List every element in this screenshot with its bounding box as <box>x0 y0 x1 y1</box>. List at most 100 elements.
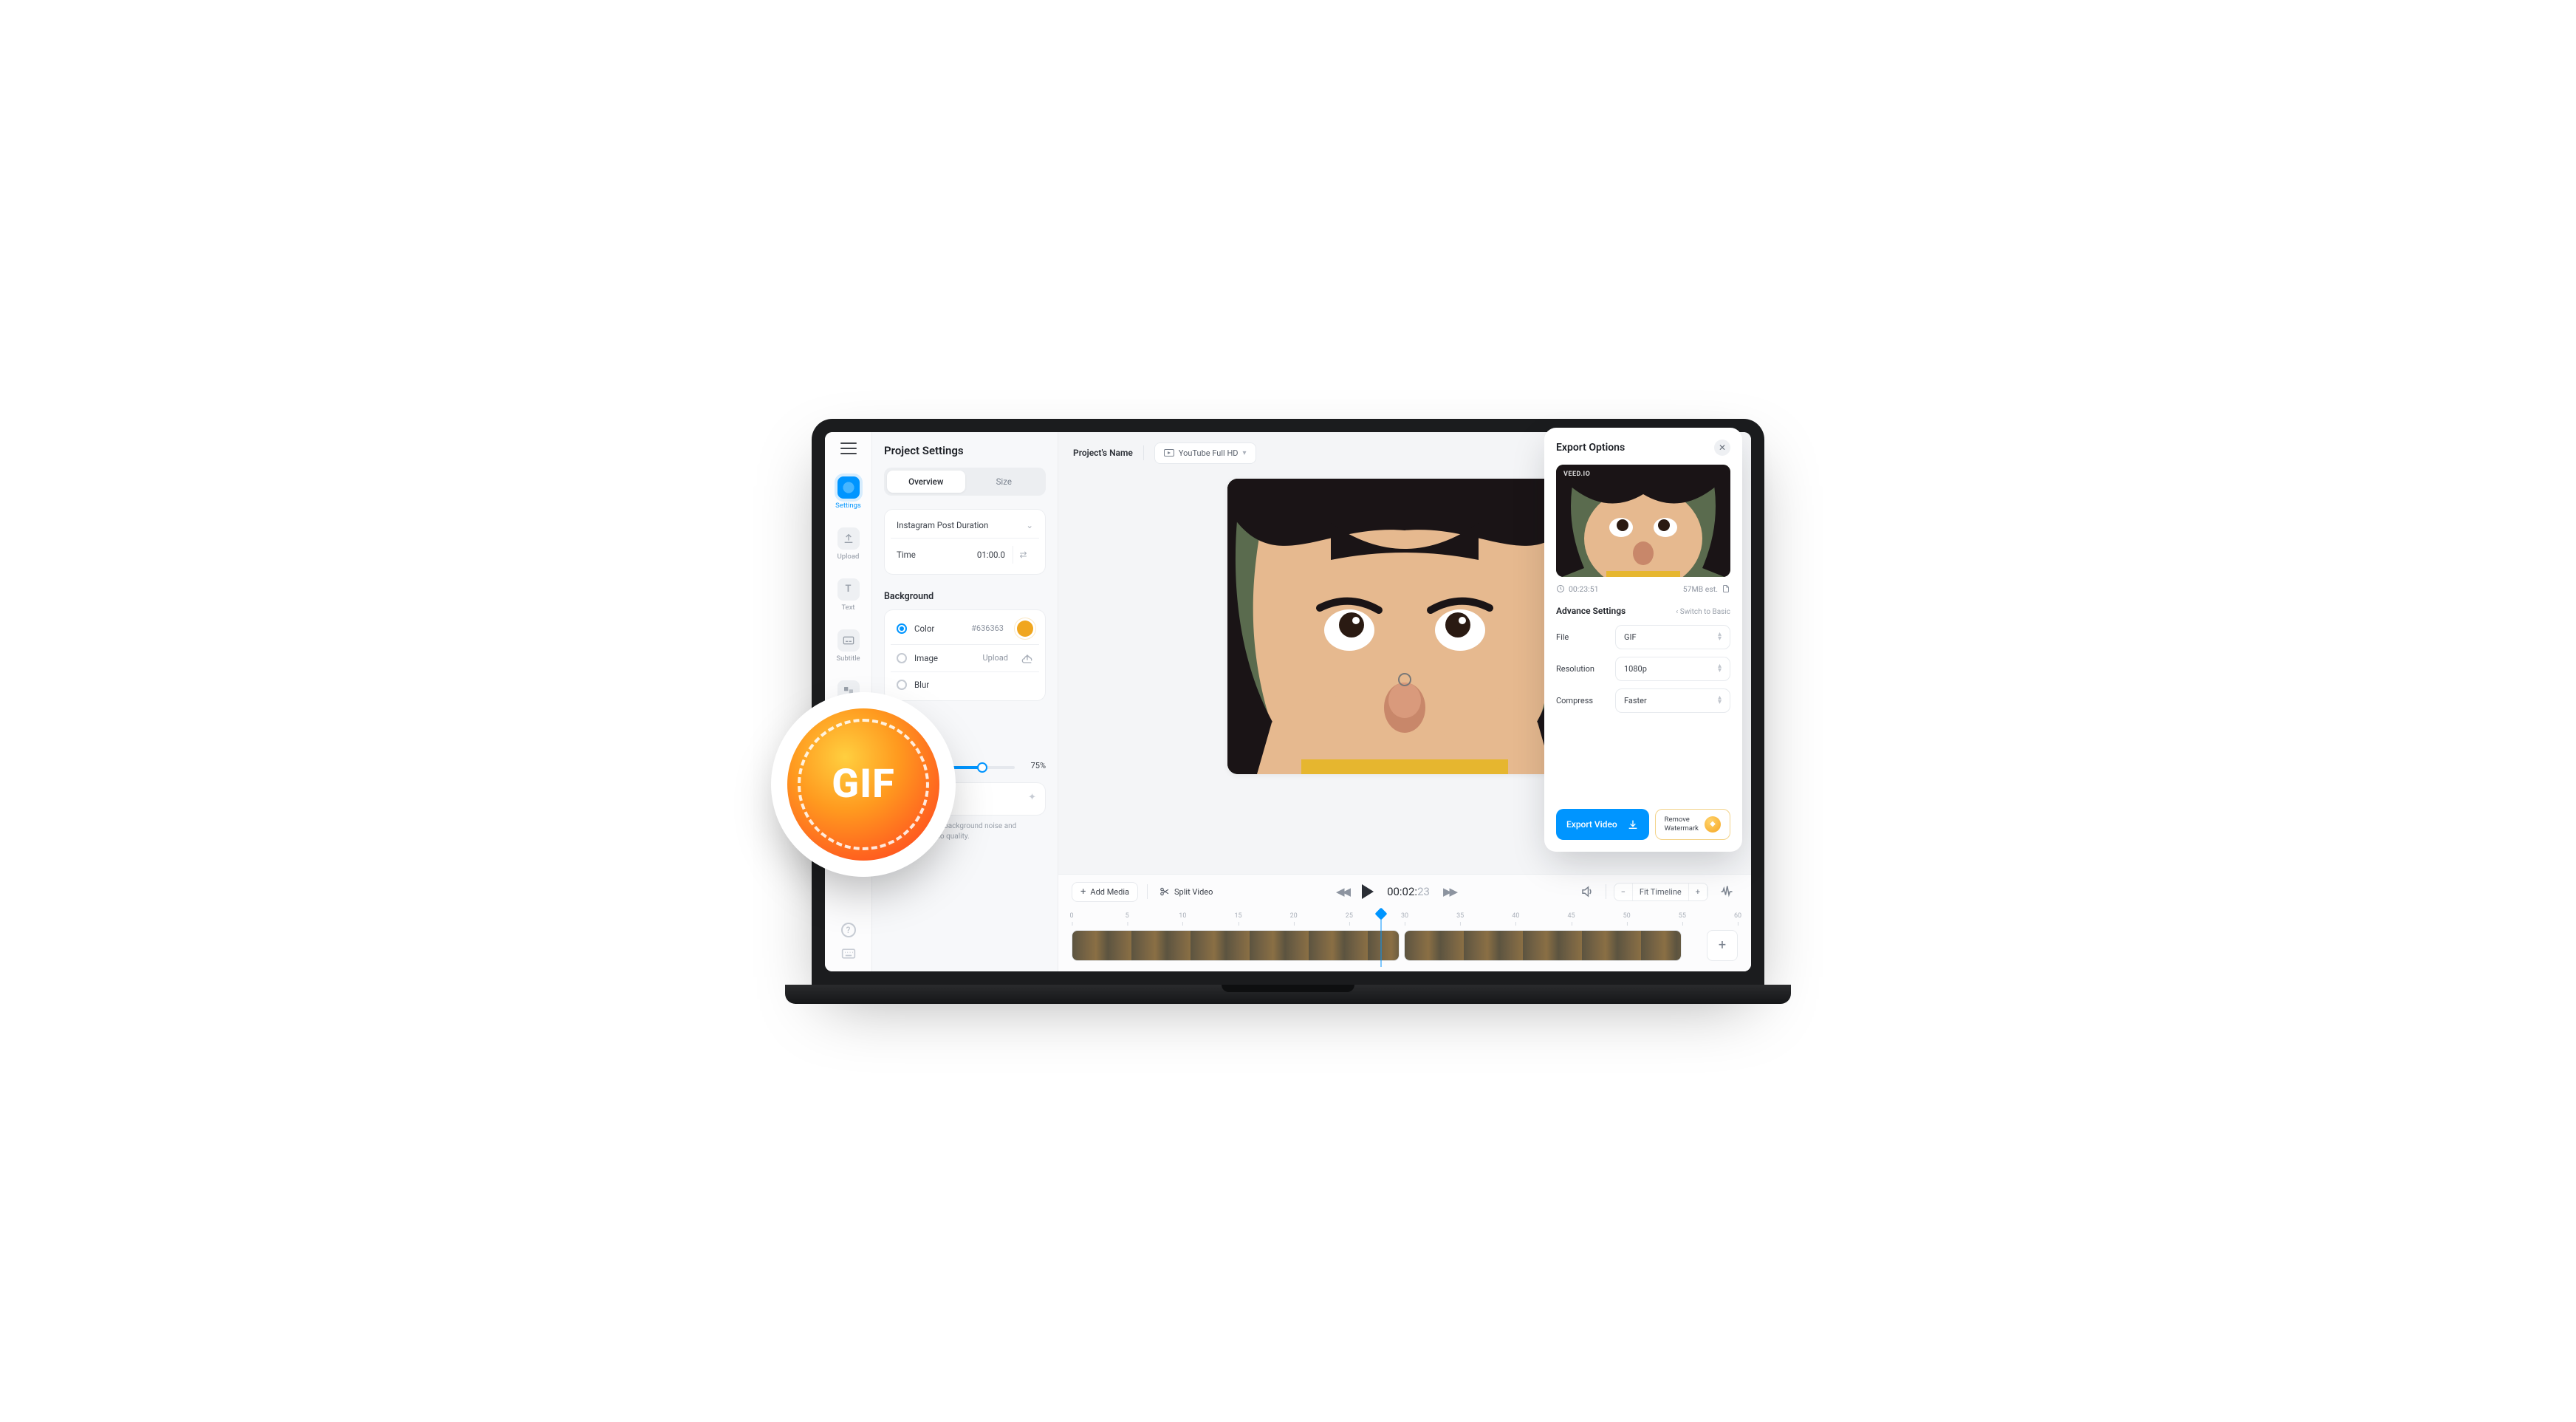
remove-watermark-button[interactable]: Remove Watermark ◆ <box>1655 809 1730 840</box>
ruler-tick: 60 <box>1734 912 1741 920</box>
zoom-out-button[interactable]: − <box>1614 883 1633 900</box>
sparkle-icon: ✦ <box>1028 792 1036 803</box>
rail-label: Upload <box>837 553 860 561</box>
export-video-button[interactable]: Export Video <box>1556 809 1649 840</box>
ruler-tick: 25 <box>1346 912 1353 920</box>
swap-icon[interactable]: ⇄ <box>1013 546 1033 564</box>
ruler-tick: 15 <box>1234 912 1241 920</box>
waveform-icon[interactable] <box>1716 883 1738 900</box>
rail-upload[interactable]: Upload <box>825 523 871 568</box>
premium-icon: ◆ <box>1705 816 1721 833</box>
time-label: Time <box>897 550 916 560</box>
bg-image-option[interactable]: Image Upload <box>888 645 1042 671</box>
add-clip-button[interactable]: + <box>1707 930 1738 961</box>
ruler-tick: 5 <box>1126 912 1129 920</box>
export-title: Export Options <box>1556 442 1625 454</box>
bg-color-hex: #636363 <box>971 623 1004 633</box>
compress-label: Compress <box>1556 696 1608 705</box>
upload-icon <box>1021 652 1033 664</box>
timeline-ruler[interactable]: 051015202530354045505560 <box>1058 909 1751 927</box>
settings-icon <box>837 476 860 499</box>
duration-select[interactable]: Instagram Post Duration ⌄ <box>888 513 1042 538</box>
timeline-clip[interactable] <box>1404 930 1682 961</box>
fit-timeline: − Fit Timeline + <box>1614 883 1708 901</box>
ruler-tick: 35 <box>1456 912 1464 920</box>
bg-blur-label: Blur <box>914 680 929 690</box>
zoom-in-button[interactable]: + <box>1688 883 1707 900</box>
menu-icon[interactable] <box>840 442 857 454</box>
watermark-text: VEED.IO <box>1563 471 1590 478</box>
ruler-tick: 50 <box>1623 912 1631 920</box>
chevron-down-icon: ▾ <box>1243 449 1247 457</box>
playhead-line <box>1381 917 1382 967</box>
rail-label: Subtitle <box>836 654 860 663</box>
ruler-tick: 45 <box>1567 912 1575 920</box>
youtube-icon <box>1164 449 1174 457</box>
resolution-select[interactable]: 1080p▴▾ <box>1615 657 1730 681</box>
text-icon: T <box>837 578 860 601</box>
timeline-clip[interactable] <box>1072 930 1400 961</box>
rail-label: Settings <box>835 502 861 510</box>
background-card: Color #636363 Image Upload <box>884 609 1046 701</box>
file-select[interactable]: GIF▴▾ <box>1615 625 1730 649</box>
timecode: 00:02:23 <box>1387 885 1430 898</box>
upload-icon <box>837 527 860 550</box>
project-name[interactable]: Project's Name <box>1073 448 1133 458</box>
ruler-tick: 55 <box>1679 912 1686 920</box>
bg-color-option[interactable]: Color #636363 <box>888 613 1042 644</box>
help-icon[interactable]: ? <box>841 923 856 937</box>
scissors-icon <box>1159 886 1170 897</box>
split-label: Split Video <box>1174 887 1213 897</box>
ruler-tick: 20 <box>1290 912 1298 920</box>
close-icon[interactable]: ✕ <box>1714 440 1730 456</box>
export-size: 57MB est. <box>1683 584 1730 594</box>
rail-text[interactable]: T Text <box>825 574 871 619</box>
skip-back-icon[interactable]: ◀◀ <box>1336 885 1349 898</box>
bg-image-label: Image <box>914 653 938 663</box>
gif-badge: GIF <box>771 692 956 877</box>
split-video-button[interactable]: Split Video <box>1157 882 1216 901</box>
sort-icon: ▴▾ <box>1718 664 1722 673</box>
tab-overview[interactable]: Overview <box>887 471 965 493</box>
time-row: Time 01:00.0 ⇄ <box>888 539 1042 571</box>
rail-subtitle[interactable]: Subtitle <box>825 625 871 670</box>
add-media-button[interactable]: +Add Media <box>1072 882 1138 902</box>
controls-bar: +Add Media Split Video ◀◀ 00:02:23 ▶▶ <box>1058 874 1751 909</box>
download-icon <box>1627 818 1639 830</box>
tab-size[interactable]: Size <box>965 471 1044 493</box>
subtitle-icon <box>837 629 860 652</box>
preset-select[interactable]: YouTube Full HD ▾ <box>1154 442 1256 464</box>
timeline: + <box>1058 927 1751 971</box>
export-runtime: 00:23:51 <box>1556 584 1599 594</box>
slider-value: 75% <box>1022 761 1046 770</box>
radio-icon <box>897 680 907 690</box>
switch-basic-link[interactable]: ‹ Switch to Basic <box>1676 608 1730 616</box>
keyboard-icon[interactable] <box>841 948 856 960</box>
play-button[interactable] <box>1362 884 1374 899</box>
preset-label: YouTube Full HD <box>1179 448 1239 458</box>
time-value[interactable]: 01:00.0 <box>977 550 1005 560</box>
duration-card: Instagram Post Duration ⌄ Time 01:00.0 ⇄ <box>884 509 1046 575</box>
volume-icon[interactable] <box>1576 882 1598 901</box>
color-swatch[interactable] <box>1017 621 1033 637</box>
export-panel: Export Options ✕ VEED.IO <box>1544 432 1742 852</box>
file-label: File <box>1556 632 1608 642</box>
ruler-tick: 30 <box>1401 912 1408 920</box>
chevron-down-icon: ⌄ <box>1026 520 1033 530</box>
sort-icon: ▴▾ <box>1718 696 1722 705</box>
rail-settings[interactable]: Settings <box>825 472 871 517</box>
ruler-tick: 0 <box>1069 912 1073 920</box>
compress-select[interactable]: Faster▴▾ <box>1615 688 1730 713</box>
bg-color-label: Color <box>914 623 934 634</box>
radio-icon <box>897 653 907 663</box>
background-title: Background <box>884 591 1046 602</box>
skip-forward-icon[interactable]: ▶▶ <box>1443 885 1456 898</box>
video-canvas[interactable] <box>1227 479 1582 774</box>
file-icon <box>1722 584 1730 593</box>
ruler-tick: 10 <box>1179 912 1186 920</box>
sort-icon: ▴▾ <box>1718 632 1722 641</box>
bg-image-action: Upload <box>983 653 1008 663</box>
resolution-label: Resolution <box>1556 664 1608 674</box>
panel-tabs: Overview Size <box>884 468 1046 496</box>
clock-icon <box>1556 584 1565 593</box>
